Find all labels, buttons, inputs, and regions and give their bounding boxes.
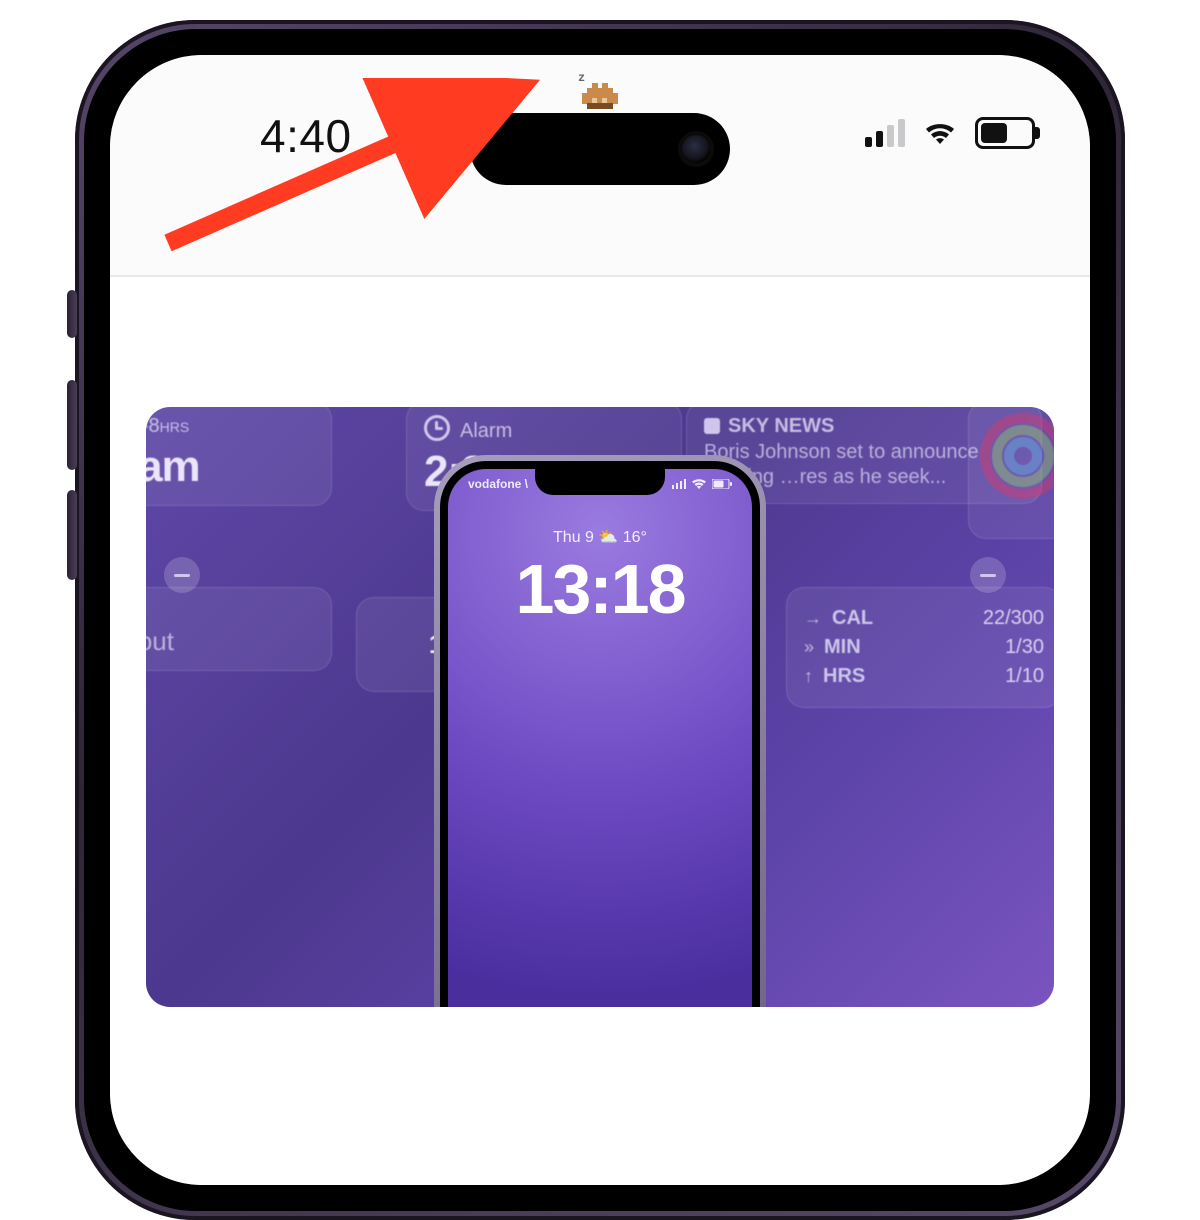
battery-icon [975, 117, 1035, 149]
status-right-cluster [865, 117, 1035, 149]
wifi-icon [923, 120, 957, 146]
clock-time: 5:30am [146, 442, 314, 492]
activity-rings-icon [978, 411, 1054, 501]
dynamic-island[interactable] [470, 113, 730, 185]
volume-up-button[interactable] [67, 380, 77, 470]
iphone-bezel: 4:40 z [84, 29, 1116, 1211]
reminder-text: ut bins out [146, 626, 314, 657]
fitness-row: →CAL22/300 [804, 607, 1044, 630]
ring-silent-switch[interactable] [67, 290, 77, 338]
lock-screen-time: 13:18 [448, 549, 752, 629]
fitness-row: »MIN1/30 [804, 636, 1044, 659]
status-time: 4:40 [260, 109, 352, 163]
activity-rings-widget [968, 407, 1054, 539]
reminders-widget: eminders ut bins out [146, 587, 332, 671]
lock-screen-date: Thu 9 ⛅ 16° [448, 527, 752, 547]
iphone-screen: 4:40 z [110, 55, 1090, 1185]
sleep-z-icon: z [578, 71, 585, 85]
article-content[interactable]: upertino -8HRS 5:30am Alarm 2:30am SKY N… [110, 277, 1090, 1185]
inner-iphone-mockup: vodafone \ Thu 9 ⛅ 16° 13:18 [434, 455, 766, 1007]
cellular-icon [865, 119, 905, 147]
volume-down-button[interactable] [67, 490, 77, 580]
inner-status-bar: vodafone \ [448, 477, 752, 491]
fitness-row: ↑HRS1/10 [804, 665, 1044, 688]
news-source-icon [704, 418, 720, 434]
clock-offset: -8 [146, 415, 160, 437]
inner-wifi-icon [692, 479, 706, 489]
iphone-frame: 4:40 z [75, 20, 1125, 1220]
fitness-widget: →CAL22/300 »MIN1/30 ↑HRS1/10 [786, 587, 1054, 708]
inner-battery-icon [712, 479, 732, 489]
article-hero-image: upertino -8HRS 5:30am Alarm 2:30am SKY N… [146, 407, 1054, 1007]
inner-lock-screen: vodafone \ Thu 9 ⛅ 16° 13:18 [448, 469, 752, 1007]
alarm-icon [424, 415, 450, 441]
world-clock-widget: upertino -8HRS 5:30am [146, 407, 332, 506]
inner-carrier: vodafone \ [468, 477, 528, 491]
inner-cellular-icon [672, 479, 686, 489]
